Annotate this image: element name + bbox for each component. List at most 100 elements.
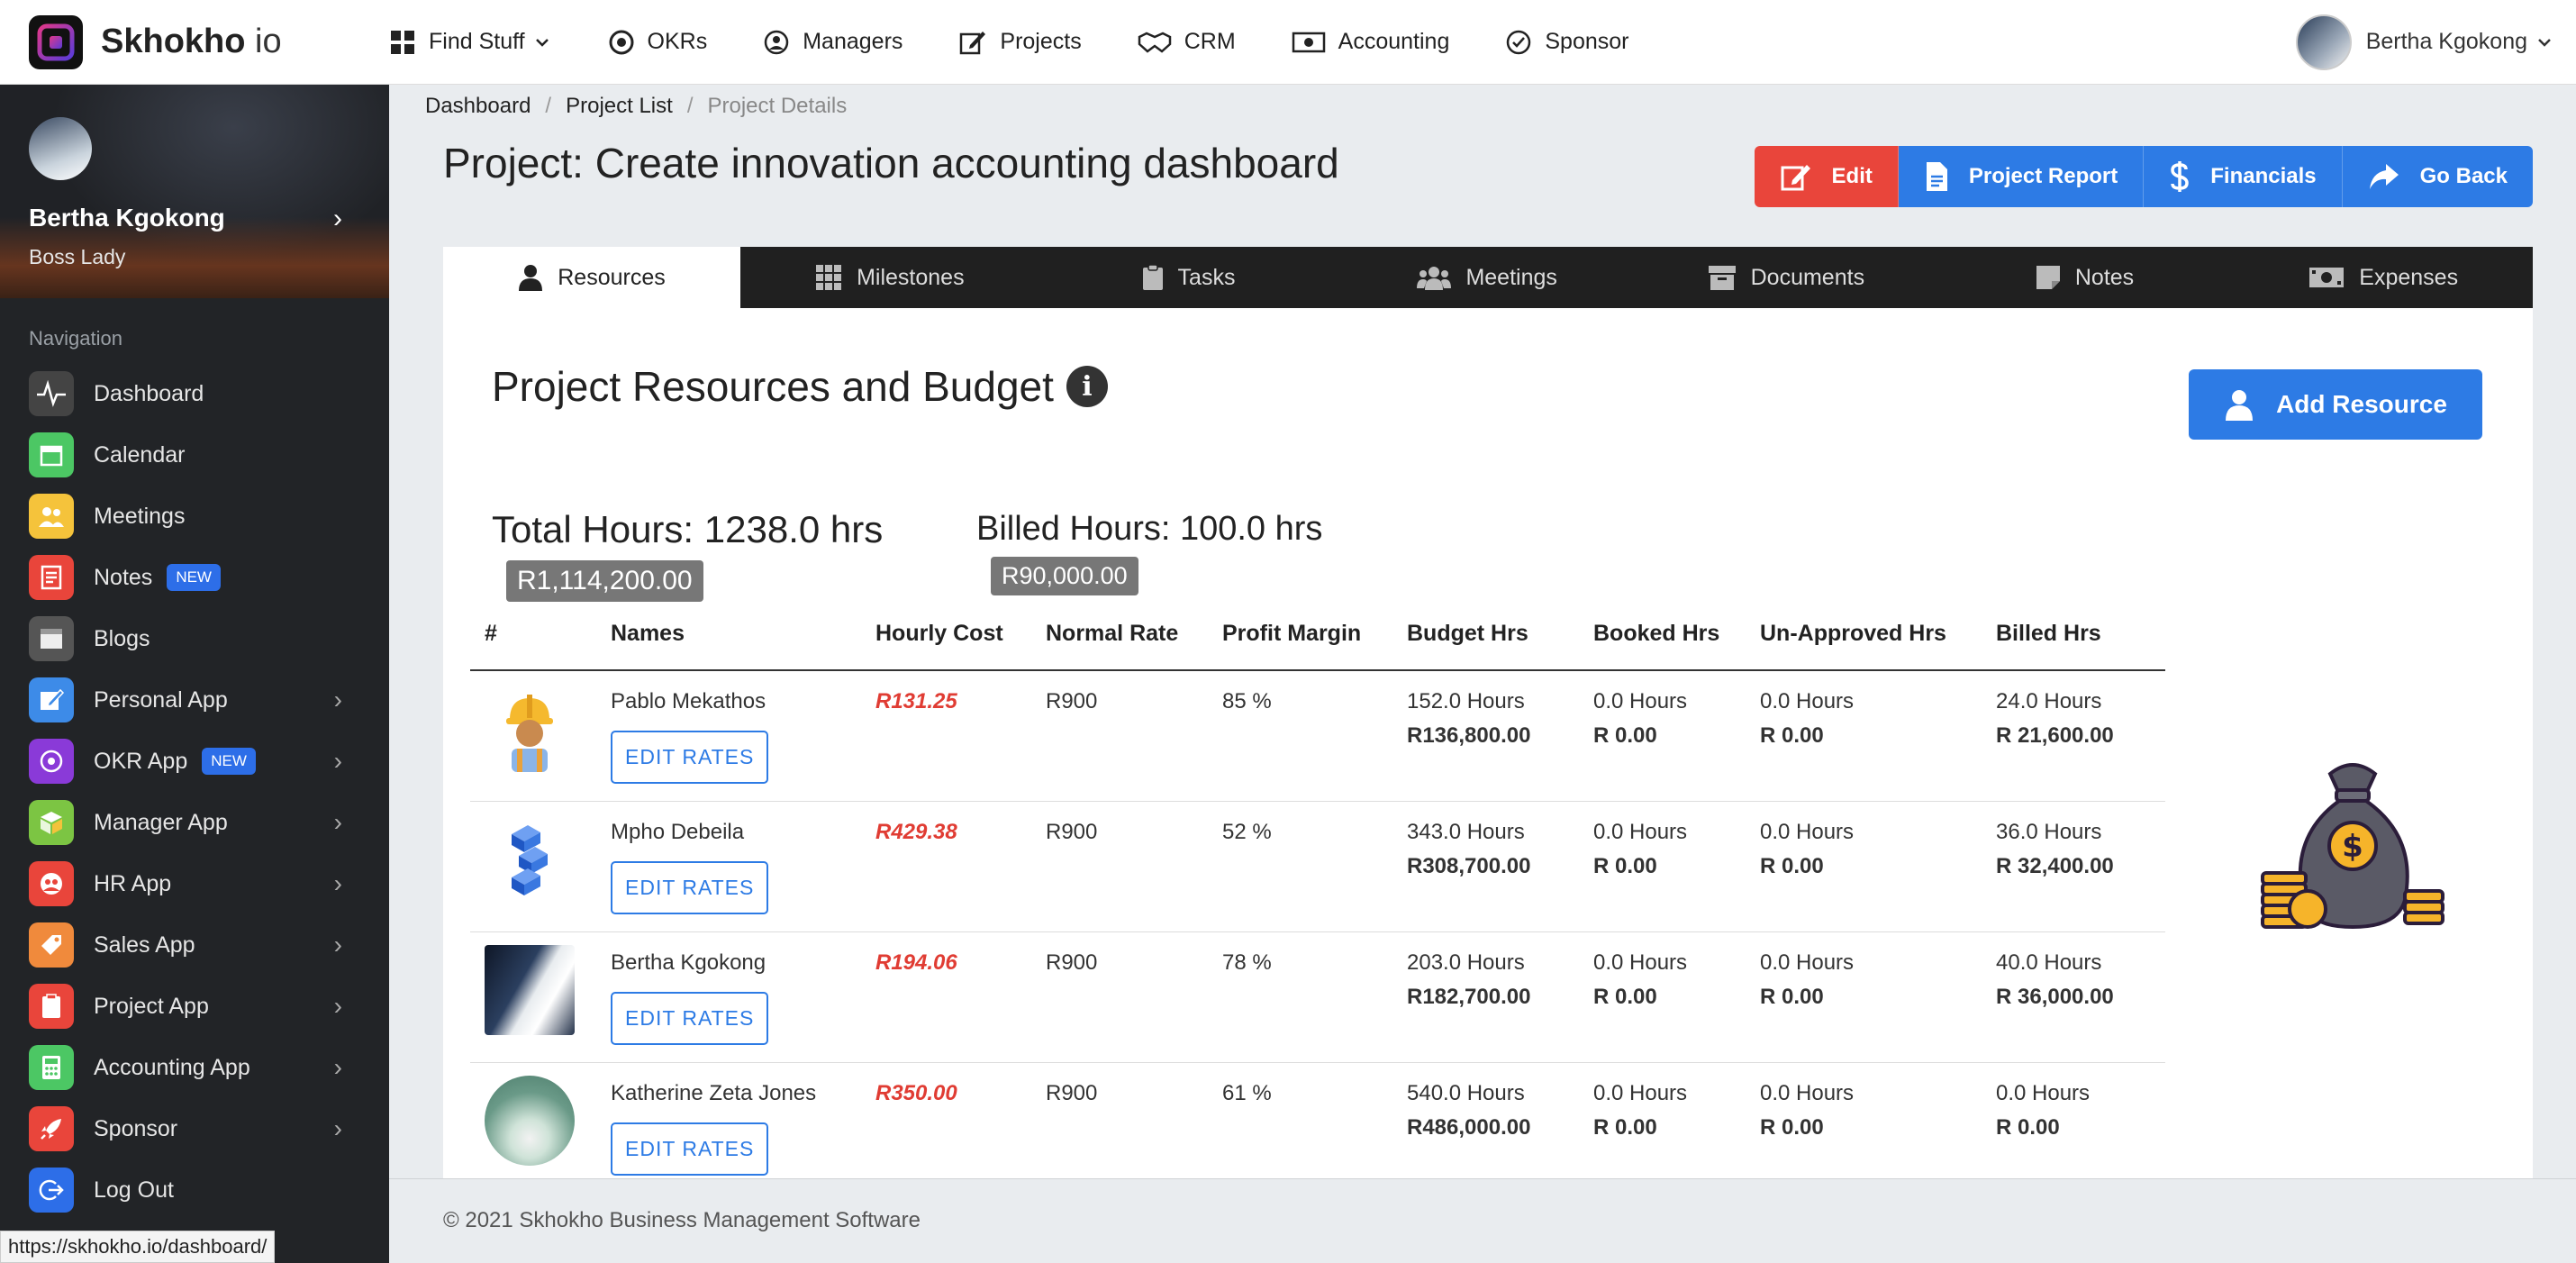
unapproved-hrs-cell: 0.0 Hours R 0.00 <box>1746 931 1982 1063</box>
hourly-cost-cell: R350.00 <box>861 1062 1031 1184</box>
budget-hrs-cell: 203.0 Hours R182,700.00 <box>1392 931 1579 1063</box>
topnav-projects[interactable]: Projects <box>958 28 1082 57</box>
money-icon <box>1292 32 1325 52</box>
budget-hrs-cell: 152.0 Hours R136,800.00 <box>1392 670 1579 802</box>
sidebar-item-log-out[interactable]: Log Out <box>0 1159 389 1221</box>
avatar <box>485 1075 575 1166</box>
table-row: Mpho Debeila EDIT RATES R429.38 R900 52 … <box>470 801 2165 932</box>
table-header-row: # Names Hourly Cost Normal Rate Profit M… <box>470 598 2165 671</box>
hourly-cost-cell: R131.25 <box>861 670 1031 802</box>
billed-hours: Billed Hours: 100.0 hrs R90,000.00 <box>976 510 1323 595</box>
resource-name: Mpho Debeila <box>611 819 745 844</box>
chevron-right-icon: › <box>333 1114 342 1142</box>
chevron-right-icon: › <box>333 931 342 959</box>
sidebar-item-blogs[interactable]: Blogs <box>0 608 389 669</box>
dollar-icon <box>2171 161 2190 192</box>
profit-margin-cell: 78 % <box>1208 931 1392 1063</box>
check-circle-icon <box>1507 30 1531 54</box>
topnav-sponsor[interactable]: Sponsor <box>1505 29 1628 56</box>
normal-rate-cell: R900 <box>1031 931 1208 1063</box>
unapproved-hrs-cell: 0.0 Hours R 0.00 <box>1746 801 1982 932</box>
financials-button[interactable]: Financials <box>2144 146 2343 207</box>
go-back-button[interactable]: Go Back <box>2342 146 2533 207</box>
user-circle-icon <box>764 30 789 54</box>
info-icon[interactable]: i <box>1066 366 1108 407</box>
sidebar-item-meetings[interactable]: Meetings <box>0 486 389 547</box>
notes-icon <box>29 555 74 600</box>
share-arrow-icon <box>2369 164 2399 189</box>
money-bag-icon: $ <box>2261 763 2444 930</box>
handshake-icon <box>1138 32 1171 53</box>
user-menu[interactable]: Bertha Kgokong <box>2295 14 2554 70</box>
users-icon <box>29 494 74 539</box>
topnav-find-stuff[interactable]: Find Stuff <box>389 29 552 56</box>
budget-hrs-cell: 540.0 Hours R486,000.00 <box>1392 1062 1579 1184</box>
sidebar-item-hr-app[interactable]: HR App › <box>0 853 389 914</box>
sidebar-item-personal-app[interactable]: Personal App › <box>0 669 389 731</box>
sidebar-item-sponsor[interactable]: Sponsor › <box>0 1098 389 1159</box>
table-row: Bertha Kgokong EDIT RATES R194.06 R900 7… <box>470 931 2165 1063</box>
hourly-cost: R350.00 <box>875 1080 957 1105</box>
total-hours: Total Hours: 1238.0 hrs R1,114,200.00 <box>492 508 883 602</box>
project-report-button[interactable]: Project Report <box>1898 146 2145 207</box>
normal-rate-cell: R900 <box>1031 801 1208 932</box>
resource-name: Katherine Zeta Jones <box>611 1080 817 1105</box>
booked-hrs-cell: 0.0 Hours R 0.00 <box>1579 1062 1746 1184</box>
pulse-icon <box>29 371 74 416</box>
billed-hrs-cell: 24.0 Hours R 21,600.00 <box>1982 670 2165 802</box>
unapproved-hrs-cell: 0.0 Hours R 0.00 <box>1746 1062 1982 1184</box>
calculator-icon <box>29 1045 74 1090</box>
main-content: Dashboard / Project List / Project Detai… <box>389 85 2576 1263</box>
booked-hrs-cell: 0.0 Hours R 0.00 <box>1579 801 1746 932</box>
breadcrumb: Dashboard / Project List / Project Detai… <box>425 94 847 119</box>
billed-amount-badge: R90,000.00 <box>991 557 1138 595</box>
resource-name-cell: Bertha Kgokong EDIT RATES <box>596 931 861 1063</box>
action-buttons: Edit Project Report Financials Go Back <box>1754 146 2533 207</box>
new-badge: NEW <box>202 748 256 775</box>
sidebar-profile[interactable]: Bertha Kgokong Boss Lady › <box>0 85 389 298</box>
topnav-okrs[interactable]: OKRs <box>608 29 707 56</box>
chevron-right-icon: › <box>333 869 342 897</box>
sidebar-item-dashboard[interactable]: Dashboard <box>0 363 389 424</box>
profit-margin-cell: 52 % <box>1208 801 1392 932</box>
normal-rate-cell: R900 <box>1031 1062 1208 1184</box>
chevron-right-icon: › <box>333 808 342 836</box>
brand[interactable]: Skhokho io <box>0 14 389 69</box>
edit-rates-button[interactable]: EDIT RATES <box>611 991 769 1045</box>
profit-margin-cell: 61 % <box>1208 1062 1392 1184</box>
resource-name-cell: Katherine Zeta Jones EDIT RATES <box>596 1062 861 1184</box>
column-header: Hourly Cost <box>861 598 1031 671</box>
edit-button[interactable]: Edit <box>1754 146 1899 207</box>
resource-name-cell: Pablo Mekathos EDIT RATES <box>596 670 861 802</box>
sidebar-item-okr-app[interactable]: OKR App NEW › <box>0 731 389 792</box>
profile-name: Bertha Kgokong <box>29 204 225 232</box>
sidebar-item-accounting-app[interactable]: Accounting App › <box>0 1037 389 1098</box>
edit-rates-button[interactable]: EDIT RATES <box>611 1122 769 1176</box>
breadcrumb-project-list[interactable]: Project List <box>566 94 673 119</box>
profit-margin-cell: 85 % <box>1208 670 1392 802</box>
add-resource-button[interactable]: Add Resource <box>2189 369 2482 440</box>
chevron-right-icon: › <box>333 747 342 775</box>
column-header: Budget Hrs <box>1392 598 1579 671</box>
section-title: Project Resources and Budget i <box>492 362 1108 411</box>
topnav-managers[interactable]: Managers <box>763 29 903 56</box>
file-icon <box>1926 162 1947 191</box>
column-header: Profit Margin <box>1208 598 1392 671</box>
calendar-icon <box>29 432 74 477</box>
billed-hours-label: Billed Hours: 100.0 hrs <box>976 510 1323 548</box>
sidebar-item-manager-app[interactable]: Manager App › <box>0 792 389 853</box>
breadcrumb-dashboard[interactable]: Dashboard <box>425 94 531 119</box>
hourly-cost-cell: R429.38 <box>861 801 1031 932</box>
sidebar-item-notes[interactable]: Notes NEW <box>0 547 389 608</box>
edit-rates-button[interactable]: EDIT RATES <box>611 860 769 914</box>
chevron-right-icon: › <box>333 686 342 713</box>
topnav-crm[interactable]: CRM <box>1138 29 1236 55</box>
sidebar-item-sales-app[interactable]: Sales App › <box>0 914 389 976</box>
target-icon <box>29 739 74 784</box>
chevron-right-icon: › <box>333 1053 342 1081</box>
topnav-accounting[interactable]: Accounting <box>1292 29 1449 55</box>
sidebar-item-project-app[interactable]: Project App › <box>0 976 389 1037</box>
chevron-down-icon <box>535 38 549 47</box>
sidebar-item-calendar[interactable]: Calendar <box>0 424 389 486</box>
edit-rates-button[interactable]: EDIT RATES <box>611 731 769 784</box>
